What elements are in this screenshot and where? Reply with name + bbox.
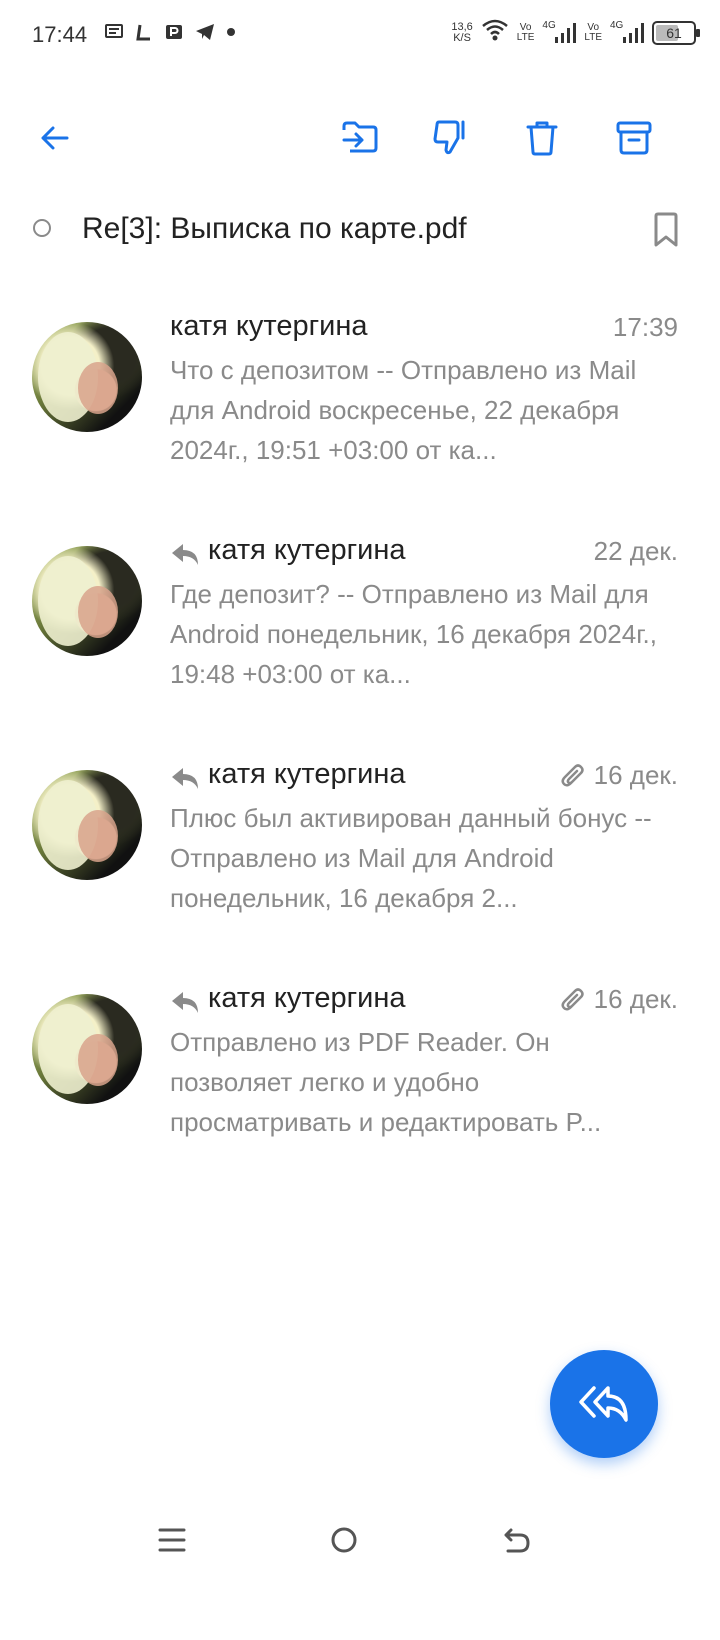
replied-icon xyxy=(172,768,198,789)
reply-all-button[interactable] xyxy=(550,1350,658,1458)
avatar xyxy=(32,322,142,432)
message-preview: Плюс был активирован данный бонус -- Отп… xyxy=(170,803,652,913)
signal-bars-icon xyxy=(623,22,644,43)
spam-icon xyxy=(433,120,465,155)
telegram-icon xyxy=(194,22,216,42)
message-item[interactable]: катя кутергина 17:39 Что с депозитом -- … xyxy=(0,310,720,534)
menu-icon xyxy=(158,1528,186,1552)
sender-name: катя кутергина xyxy=(208,534,406,566)
message-meta: 22 дек. xyxy=(594,536,678,567)
sender-name: катя кутергина xyxy=(208,758,406,790)
avatar xyxy=(32,994,142,1104)
message-header: катя кутергина 16 дек. xyxy=(170,758,678,802)
signal-bars-icon xyxy=(555,22,577,43)
avatar xyxy=(32,546,142,656)
message-time: 22 дек. xyxy=(593,536,678,566)
signal-2: 4G xyxy=(610,20,644,46)
message-item[interactable]: катя кутергина 16 дек. Плюс был активиро… xyxy=(0,758,720,982)
message-header: катя кутергина 17:39 xyxy=(170,310,678,354)
status-left-icons xyxy=(104,22,236,42)
replied-icon xyxy=(172,992,198,1013)
parking-icon xyxy=(164,22,184,42)
message-preview: Что с депозитом -- Отправлено из Mail дл… xyxy=(170,355,637,465)
net-speed-value: 13,6 xyxy=(451,20,473,33)
volte-tag-bottom: LTE xyxy=(584,31,602,43)
bookmark-icon xyxy=(654,212,678,247)
attachment-icon xyxy=(561,987,584,1011)
home-button[interactable] xyxy=(314,1510,374,1570)
move-to-folder-button[interactable] xyxy=(330,108,390,168)
toolbar xyxy=(0,108,720,172)
message-time: 16 дек. xyxy=(593,760,678,790)
back-button[interactable] xyxy=(24,108,84,168)
system-nav-bar xyxy=(0,1500,720,1580)
volte-tag-top: Vo xyxy=(519,21,532,33)
volte-tag-2: Vo LTE xyxy=(584,21,602,43)
status-time: 17:44 xyxy=(32,22,88,47)
battery-icon: 61 xyxy=(652,20,700,45)
menu-button[interactable] xyxy=(142,1510,202,1570)
volte-tag-top: Vo xyxy=(587,21,600,33)
attachment-icon xyxy=(561,763,584,787)
wifi-icon xyxy=(481,18,509,47)
back-arrow-icon xyxy=(41,126,69,150)
spam-button[interactable] xyxy=(420,108,480,168)
net-speed-unit: K/S xyxy=(453,31,471,44)
l-app-icon xyxy=(134,22,154,42)
message-icon xyxy=(104,22,124,42)
message-item[interactable]: катя кутергина 16 дек. Отправлено из PDF… xyxy=(0,982,720,1206)
reply-all-icon xyxy=(579,1386,628,1422)
message-header: катя кутергина 22 дек. xyxy=(170,534,678,578)
signal-1: 4G xyxy=(542,20,577,46)
back-icon xyxy=(504,1528,530,1553)
message-preview: Где депозит? -- Отправлено из Mail для A… xyxy=(170,579,657,689)
subject-row: Re[3]: Выписка по карте.pdf xyxy=(0,200,720,260)
net-speed: 13,6 K/S xyxy=(451,20,473,44)
volte-tag-bottom: LTE xyxy=(516,31,535,43)
message-meta: 16 дек. xyxy=(560,984,678,1015)
message-time: 16 дек. xyxy=(593,984,678,1014)
sender-name: катя кутергина xyxy=(170,310,368,342)
message-meta: 16 дек. xyxy=(560,760,678,791)
message-meta: 17:39 xyxy=(613,312,678,343)
message-thread: катя кутергина 17:39 Что с депозитом -- … xyxy=(0,310,720,1206)
email-subject: Re[3]: Выписка по карте.pdf xyxy=(82,212,467,245)
back-nav-button[interactable] xyxy=(486,1510,546,1570)
unread-toggle-icon[interactable] xyxy=(33,219,51,237)
status-bar: 17:44 13,6 K/S Vo LTE 4G Vo LTE 4G 61 xyxy=(0,0,720,72)
message-header: катя кутергина 16 дек. xyxy=(170,982,678,1026)
message-item[interactable]: катя кутергина 22 дек. Где депозит? -- О… xyxy=(0,534,720,758)
sender-name: катя кутергина xyxy=(208,982,406,1014)
move-to-folder-icon xyxy=(342,121,378,153)
home-icon xyxy=(331,1527,357,1553)
dot-icon xyxy=(226,22,236,42)
message-time: 17:39 xyxy=(612,312,678,342)
status-right-icons: 13,6 K/S Vo LTE 4G Vo LTE 4G 61 xyxy=(451,18,700,47)
avatar xyxy=(32,770,142,880)
volte-tag-1: Vo LTE xyxy=(516,21,535,43)
trash-icon xyxy=(526,121,558,156)
replied-icon xyxy=(172,544,198,565)
archive-button[interactable] xyxy=(604,108,664,168)
message-preview: Отправлено из PDF Reader. Он позволяет л… xyxy=(170,1027,602,1137)
battery-level: 61 xyxy=(666,24,682,41)
bookmark-button[interactable] xyxy=(646,208,686,252)
delete-button[interactable] xyxy=(512,108,572,168)
archive-icon xyxy=(616,121,652,155)
